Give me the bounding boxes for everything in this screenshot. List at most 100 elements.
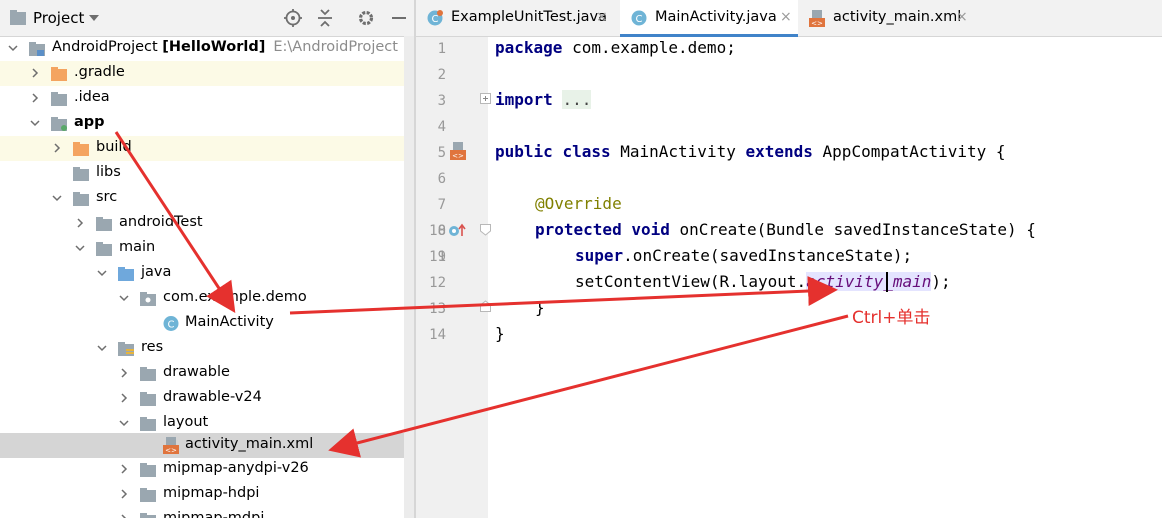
minimize-icon[interactable] xyxy=(389,8,409,28)
tree-item-mipmap-anydpi-v26[interactable]: mipmap-anydpi-v26 xyxy=(0,457,414,482)
tree-scrollbar[interactable] xyxy=(404,36,414,518)
folder-icon xyxy=(140,367,156,381)
tree-item-idea[interactable]: .idea xyxy=(0,86,414,111)
chevron-right-icon[interactable] xyxy=(119,368,129,378)
chevron-right-icon[interactable] xyxy=(119,393,129,403)
tree-item-label: drawable xyxy=(163,364,230,380)
collapse-all-icon[interactable] xyxy=(315,8,335,28)
package-icon xyxy=(140,292,156,306)
tree-item-gradle[interactable]: .gradle xyxy=(0,61,414,86)
folder-icon xyxy=(73,167,89,181)
chevron-right-icon[interactable] xyxy=(30,68,40,78)
module-folder-icon xyxy=(51,117,67,131)
tree-item-res[interactable]: res xyxy=(0,336,414,361)
tree-item-label: AndroidProject [HelloWorld] E:\AndroidPro… xyxy=(52,39,398,55)
tree-item-java[interactable]: java xyxy=(0,261,414,286)
tree-item-label: mipmap-hdpi xyxy=(163,485,260,501)
folder-icon xyxy=(140,488,156,502)
tree-item-label: mipmap-anydpi-v26 xyxy=(163,460,309,476)
tree-item-mipmap-mdpi[interactable]: mipmap-mdpi xyxy=(0,507,414,518)
tree-item-build[interactable]: build xyxy=(0,136,414,161)
dropdown-arrow-icon[interactable] xyxy=(88,12,100,24)
tree-item-label: java xyxy=(141,264,172,280)
tree-item-main[interactable]: main xyxy=(0,236,414,261)
annotation-label: Ctrl+单击 xyxy=(852,308,931,328)
line-number-10: 10 xyxy=(429,223,446,239)
layout-link-icon[interactable]: <> xyxy=(448,142,470,164)
code-lines: package com.example.demo; import ... pub… xyxy=(488,0,1162,518)
chevron-down-icon[interactable] xyxy=(119,293,129,303)
tree-item-androidproject[interactable]: AndroidProject [HelloWorld] E:\AndroidPro… xyxy=(0,36,414,61)
source-folder-icon xyxy=(118,267,134,281)
tree-item-drawable[interactable]: drawable xyxy=(0,361,414,386)
code-line-3: import ... xyxy=(495,90,592,109)
chevron-right-icon[interactable] xyxy=(119,489,129,499)
tree-item-mipmap-hdpi[interactable]: mipmap-hdpi xyxy=(0,482,414,507)
text-cursor xyxy=(886,272,888,292)
code-line-14: } xyxy=(495,324,505,343)
chevron-down-icon[interactable] xyxy=(97,343,107,353)
tree-item-label: com.example.demo xyxy=(163,289,307,305)
project-panel: Project AndroidProject [HelloWorld] E:\A… xyxy=(0,0,414,518)
layout-reference-link[interactable]: activity_main xyxy=(806,272,932,291)
folder-icon xyxy=(140,463,156,477)
chevron-down-icon[interactable] xyxy=(75,243,85,253)
line-number-14: 14 xyxy=(429,327,446,343)
tree-item-label: mipmap-mdpi xyxy=(163,510,265,518)
tree-item-label: src xyxy=(96,189,118,205)
xml-layout-icon: <> xyxy=(163,437,179,455)
tree-item-label: .gradle xyxy=(74,64,125,80)
chevron-down-icon[interactable] xyxy=(52,193,62,203)
tree-item-label: activity_main.xml xyxy=(185,436,314,452)
chevron-right-icon[interactable] xyxy=(30,93,40,103)
chevron-right-icon[interactable] xyxy=(52,143,62,153)
folded-imports[interactable]: ... xyxy=(562,90,592,109)
override-method-icon[interactable] xyxy=(448,223,468,239)
chevron-down-icon[interactable] xyxy=(30,118,40,128)
tree-item-activity-main-xml[interactable]: <> activity_main.xml xyxy=(0,433,414,458)
line-number-11: 11 xyxy=(429,249,446,265)
tree-item-src[interactable]: src xyxy=(0,186,414,211)
svg-text:C: C xyxy=(168,320,175,331)
svg-text:<>: <> xyxy=(452,152,464,160)
tree-item-androidtest[interactable]: androidTest xyxy=(0,211,414,236)
tree-item-label: drawable-v24 xyxy=(163,389,262,405)
panel-title[interactable]: Project xyxy=(33,9,84,27)
tree-item-label: androidTest xyxy=(119,214,203,230)
tree-item-label: layout xyxy=(163,414,209,430)
code-line-7: public class MainActivity extends AppCom… xyxy=(495,142,1006,161)
tree-item-label: main xyxy=(119,239,156,255)
chevron-right-icon[interactable] xyxy=(75,218,85,228)
code-line-13: } xyxy=(535,298,545,317)
svg-text:<>: <> xyxy=(165,447,177,455)
line-number-12: 12 xyxy=(429,275,446,291)
tree-item-label: .idea xyxy=(74,89,110,105)
code-line-12: setContentView(R.layout.activity_main); xyxy=(575,272,951,291)
locate-target-icon[interactable] xyxy=(283,8,303,28)
chevron-right-icon[interactable] xyxy=(119,464,129,474)
code-line-9: @Override xyxy=(535,194,622,213)
tree-item-mainactivity[interactable]: C MainActivity xyxy=(0,311,414,336)
tree-item-app[interactable]: app xyxy=(0,111,414,136)
tree-item-label: res xyxy=(141,339,164,355)
gear-icon[interactable] xyxy=(356,8,376,28)
chevron-down-icon[interactable] xyxy=(119,418,129,428)
folder-icon xyxy=(140,392,156,406)
tree-item-package[interactable]: com.example.demo xyxy=(0,286,414,311)
chevron-right-icon[interactable] xyxy=(119,514,129,518)
tree-item-module-name: [HelloWorld] xyxy=(162,39,266,55)
folder-icon xyxy=(73,192,89,206)
project-view-icon xyxy=(10,10,26,25)
chevron-down-icon[interactable] xyxy=(97,268,107,278)
line-number-13: 13 xyxy=(429,301,446,317)
code-line-10: protected void onCreate(Bundle savedInst… xyxy=(535,220,1036,239)
tree-item-libs[interactable]: libs xyxy=(0,161,414,186)
folder-icon xyxy=(96,242,112,256)
chevron-down-icon[interactable] xyxy=(8,43,18,53)
code-line-1: package com.example.demo; xyxy=(495,38,736,57)
tree-item-drawable-v24[interactable]: drawable-v24 xyxy=(0,386,414,411)
folder-orange-icon xyxy=(73,142,89,156)
module-folder-icon xyxy=(29,42,45,56)
folder-icon xyxy=(51,92,67,106)
tree-item-path: E:\AndroidProject xyxy=(273,39,398,55)
